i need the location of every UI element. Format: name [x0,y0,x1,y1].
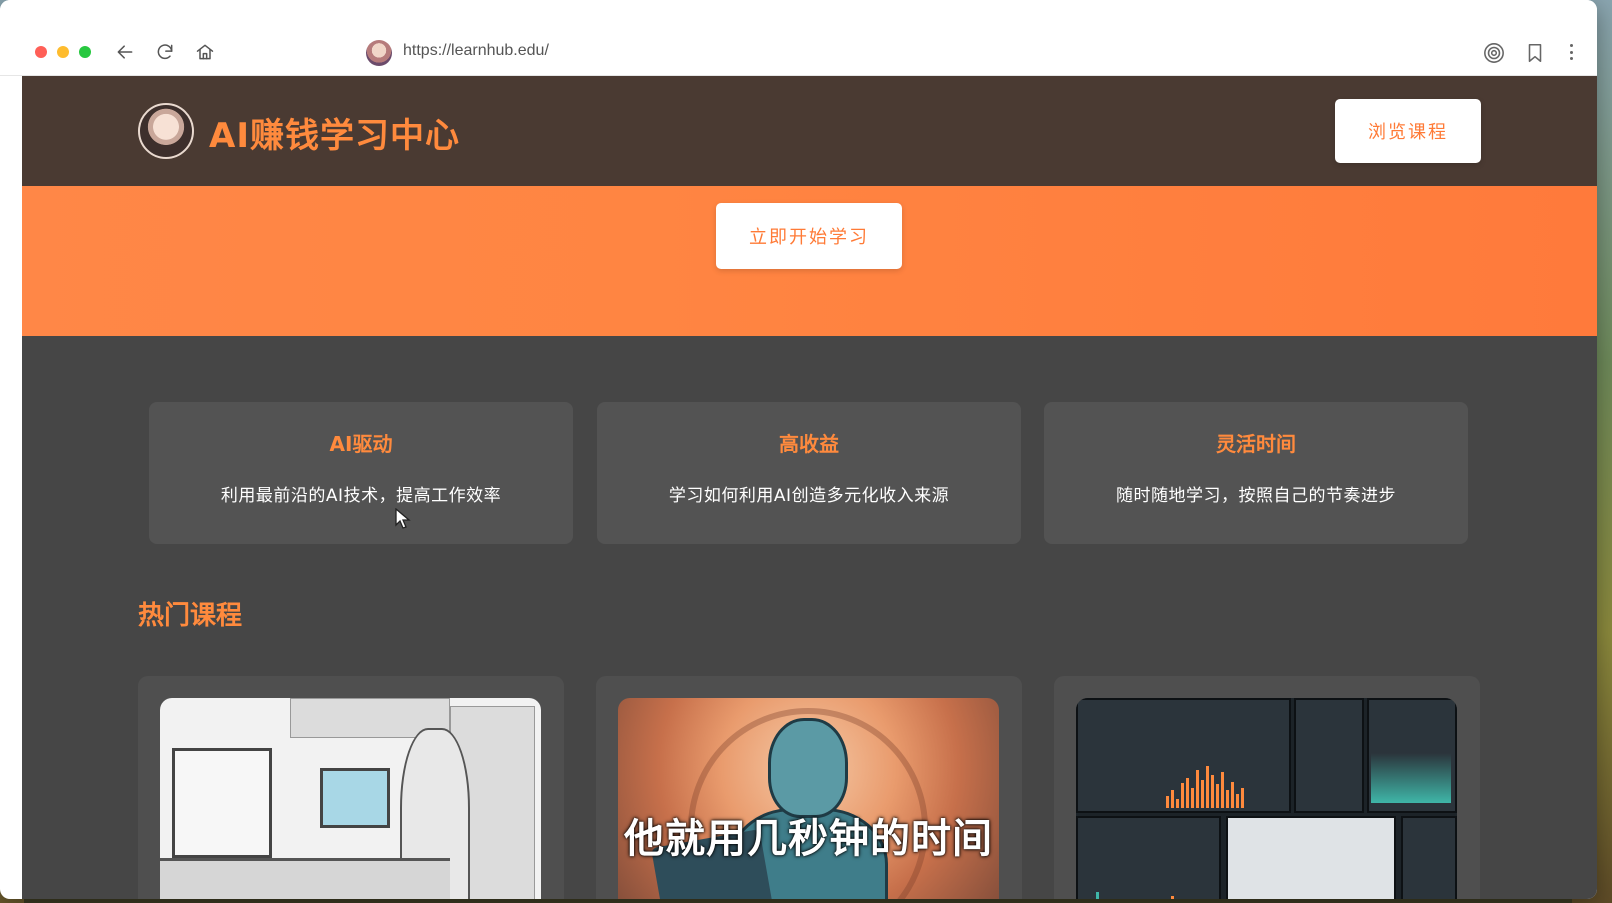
more-vertical-icon[interactable] [1565,40,1577,64]
browse-courses-button[interactable]: 浏览课程 [1335,99,1481,163]
popular-courses-title: 热门课程 [138,601,243,631]
browser-toolbar: https://learnhub.edu/ [0,0,1597,76]
course-image-workspace[interactable] [160,698,541,899]
feature-card: 灵活时间 随时随地学习，按照自己的节奏进步 [1044,402,1468,544]
spiral-icon[interactable] [1479,38,1509,68]
maximize-window-button[interactable] [79,46,91,58]
minimize-window-button[interactable] [57,46,69,58]
home-icon[interactable] [191,38,219,66]
reload-icon[interactable] [151,38,179,66]
course-card[interactable]: 他就用几秒钟的时间 [596,676,1022,899]
course-card[interactable] [138,676,564,899]
course-image-trading-charts[interactable] [1076,698,1457,899]
avatar [138,103,194,159]
close-window-button[interactable] [35,46,47,58]
back-arrow-icon[interactable] [111,38,139,66]
page-viewport: AI赚钱学习中心 浏览课程 立即开始学习 AI驱动 利用最前沿的AI技术，提高工… [22,76,1597,899]
course-image-ai-robot[interactable]: 他就用几秒钟的时间 [618,698,999,899]
course-card[interactable] [1054,676,1480,899]
video-subtitle: 他就用几秒钟的时间 [624,816,993,862]
browser-window: https://learnhub.edu/ AI赚钱学习中心 浏览课程 立即开始… [0,0,1597,899]
feature-description: 随时随地学习，按照自己的节奏进步 [1116,486,1396,506]
site-favicon-icon [366,40,392,66]
feature-title: 高收益 [779,432,839,456]
address-bar-url[interactable]: https://learnhub.edu/ [403,42,549,60]
mouse-cursor-icon [395,508,411,529]
feature-card: 高收益 学习如何利用AI创造多元化收入来源 [597,402,1021,544]
site-title: AI赚钱学习中心 [209,116,460,156]
start-learning-button[interactable]: 立即开始学习 [716,203,902,269]
feature-title: AI驱动 [329,432,393,456]
feature-description: 利用最前沿的AI技术，提高工作效率 [220,486,502,506]
feature-title: 灵活时间 [1216,432,1296,456]
site-header: AI赚钱学习中心 浏览课程 [22,76,1597,186]
bookmark-icon[interactable] [1520,38,1550,68]
feature-card: AI驱动 利用最前沿的AI技术，提高工作效率 [149,402,573,544]
feature-description: 学习如何利用AI创造多元化收入来源 [668,486,950,506]
